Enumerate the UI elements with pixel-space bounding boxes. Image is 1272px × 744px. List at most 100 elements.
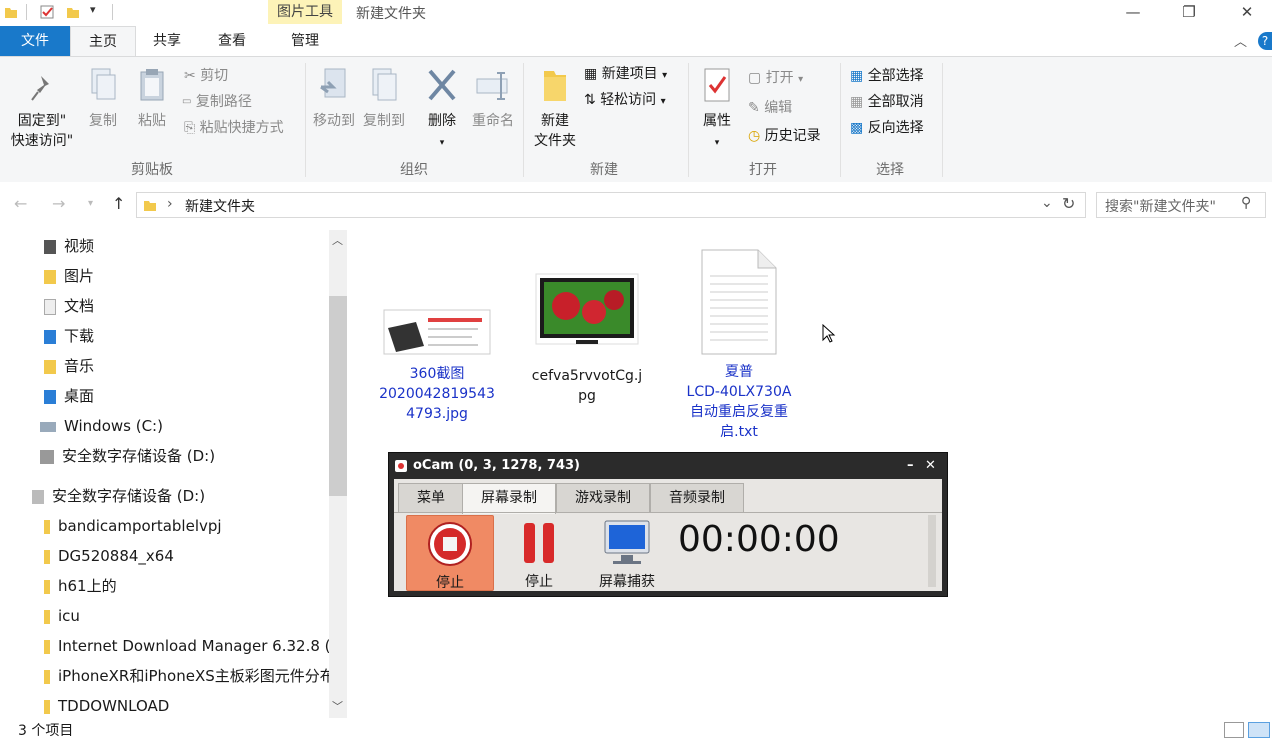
recent-locations-chevron-icon[interactable]: ▾ — [88, 198, 93, 209]
ocam-close-button[interactable]: ✕ — [925, 453, 936, 479]
nav-item-label: 安全数字存储设备 (D:) — [62, 447, 216, 465]
paste-shortcut-button[interactable]: ⎘ 粘贴快捷方式 — [184, 117, 284, 139]
scrollbar-thumb[interactable] — [329, 296, 347, 496]
copy-path-label: 复制路径 — [195, 94, 252, 110]
ocam-pause-button[interactable]: 停止 — [496, 515, 582, 590]
copy-button[interactable]: 复制 — [84, 67, 122, 131]
new-item-label: 新建项目 — [601, 66, 658, 82]
ocam-stop-button[interactable]: 停止 — [406, 515, 494, 591]
properties-button[interactable]: 属性 ▾ — [694, 67, 740, 151]
nav-item-folder[interactable]: iPhoneXR和iPhoneXS主板彩图元件分布 — [44, 663, 332, 689]
tab-view[interactable]: 查看 — [202, 26, 262, 56]
ocam-title-bar[interactable]: oCam (0, 3, 1278, 743) – ✕ — [389, 453, 947, 479]
nav-item-videos[interactable]: 视频 — [44, 233, 94, 259]
rename-button[interactable]: 重命名 — [468, 67, 518, 131]
back-arrow-icon[interactable]: ← — [14, 194, 27, 213]
tab-manage[interactable]: 管理 — [268, 26, 342, 56]
scroll-up-chevron-icon[interactable]: ︿ — [332, 232, 343, 248]
new-folder-icon[interactable] — [66, 5, 80, 19]
nav-item-label: TDDOWNLOAD — [58, 697, 170, 715]
nav-item-folder[interactable]: DG520884_x64 — [44, 543, 174, 569]
path-segment[interactable]: 新建文件夹 — [185, 196, 255, 216]
ocam-tab-screen-record[interactable]: 屏幕录制 — [462, 483, 556, 514]
file-item[interactable]: cefva5rvvotCg.j pg — [525, 270, 649, 406]
nav-item-documents[interactable]: 文档 — [44, 293, 94, 319]
invert-selection-icon: ▩ — [850, 120, 864, 136]
invert-selection-button[interactable]: ▩ 反向选择 — [850, 117, 924, 139]
new-item-icon: ▦ — [584, 66, 598, 82]
group-divider — [942, 63, 943, 177]
nav-item-folder[interactable]: TDDOWNLOAD — [44, 693, 169, 718]
scissors-icon: ✂ — [184, 68, 196, 84]
pictures-icon — [44, 269, 56, 284]
minimize-button[interactable]: — — [1110, 0, 1156, 24]
ocam-tab-audio-record[interactable]: 音频录制 — [650, 483, 744, 513]
tab-share[interactable]: 共享 — [136, 26, 198, 56]
history-button[interactable]: ◷ 历史记录 — [748, 125, 821, 147]
up-arrow-icon[interactable]: ↑ — [112, 194, 125, 213]
file-item[interactable]: 360截图 2020042819543 4793.jpg — [375, 308, 499, 424]
easy-access-label: 轻松访问 — [600, 92, 657, 108]
ocam-tab-menu[interactable]: 菜单 — [398, 483, 464, 513]
nav-scrollbar[interactable]: ︿ ﹀ — [329, 230, 347, 718]
nav-item-music[interactable]: 音乐 — [44, 353, 94, 379]
file-item[interactable]: 夏普 LCD-40LX730A 自动重启反复重 启.txt — [677, 248, 801, 442]
forward-arrow-icon[interactable]: → — [52, 194, 65, 213]
ocam-minimize-button[interactable]: – — [907, 453, 914, 479]
ribbon-tabs: 文件 主页 共享 查看 管理 ︿ ? — [0, 26, 1272, 58]
nav-item-drive-c[interactable]: Windows (C:) — [40, 413, 163, 439]
path-chevron-icon[interactable]: › — [167, 196, 173, 212]
nav-item-downloads[interactable]: 下载 — [44, 323, 94, 349]
restore-button[interactable]: ❐ — [1166, 0, 1212, 24]
paste-button[interactable]: 粘贴 — [132, 67, 172, 131]
search-input[interactable]: 搜索"新建文件夹" ⚲ — [1096, 192, 1266, 218]
delete-dropdown-chevron-icon[interactable]: ▾ — [440, 138, 445, 148]
collapse-ribbon-chevron-icon[interactable]: ︿ — [1234, 31, 1247, 50]
nav-item-folder[interactable]: h61上的 — [44, 573, 117, 599]
easy-access-button[interactable]: ⇅ 轻松访问 ▾ — [584, 89, 666, 111]
copy-to-button[interactable]: 复制到 — [360, 67, 408, 131]
nav-item-folder[interactable]: Internet Download Manager 6.32.8 (: — [44, 633, 332, 659]
tab-home[interactable]: 主页 — [70, 26, 136, 58]
paste-shortcut-icon: ⎘ — [184, 120, 196, 136]
delete-button[interactable]: 删除 ▾ — [422, 67, 462, 151]
open-icon: ▢ — [748, 70, 762, 86]
history-label: 历史记录 — [764, 128, 821, 144]
edit-button[interactable]: ✎ 编辑 — [748, 97, 792, 119]
properties-dropdown-chevron-icon[interactable]: ▾ — [715, 138, 720, 148]
address-input[interactable]: › 新建文件夹 ⌄ — [136, 192, 1086, 218]
new-item-button[interactable]: ▦ 新建项目 ▾ — [584, 63, 667, 85]
ocam-tab-game-record[interactable]: 游戏录制 — [556, 483, 650, 513]
move-to-button[interactable]: 移动到 — [310, 67, 358, 131]
address-dropdown-chevron-icon[interactable]: ⌄ — [1041, 195, 1053, 211]
open-button[interactable]: ▢ 打开 ▾ — [748, 67, 803, 89]
pin-to-quick-access-button[interactable]: 固定到" 快速访问" — [4, 73, 80, 151]
documents-icon — [44, 298, 56, 315]
help-icon[interactable]: ? — [1258, 32, 1272, 50]
nav-item-folder[interactable]: icu — [44, 603, 80, 629]
select-all-button[interactable]: ▦ 全部选择 — [850, 65, 924, 87]
search-icon[interactable]: ⚲ — [1241, 195, 1251, 211]
group-label-clipboard: 剪贴板 — [131, 162, 173, 178]
ocam-screen-capture-button[interactable]: 屏幕捕获 — [584, 515, 670, 590]
nav-item-folder[interactable]: bandicamportablelvpj — [44, 513, 222, 539]
select-none-button[interactable]: ▦ 全部取消 — [850, 91, 924, 113]
window-title: 新建文件夹 — [356, 6, 426, 22]
properties-check-icon[interactable] — [40, 5, 54, 19]
tab-file[interactable]: 文件 — [0, 26, 70, 56]
nav-item-pictures[interactable]: 图片 — [44, 263, 94, 289]
refresh-icon[interactable]: ↻ — [1062, 194, 1075, 213]
details-view-icon[interactable] — [1224, 722, 1244, 738]
ocam-app-icon — [395, 460, 407, 472]
address-bar-row: ← → ▾ ↑ › 新建文件夹 ⌄ ↻ 搜索"新建文件夹" ⚲ — [0, 182, 1272, 226]
new-folder-button[interactable]: 新建 文件夹 — [528, 67, 582, 151]
large-icons-view-icon[interactable] — [1248, 722, 1270, 738]
nav-item-desktop[interactable]: 桌面 — [44, 383, 94, 409]
nav-item-drive-d[interactable]: 安全数字存储设备 (D:) — [40, 443, 215, 469]
nav-item-drive-d-root[interactable]: 安全数字存储设备 (D:) — [32, 483, 205, 509]
cut-button[interactable]: ✂ 剪切 — [184, 65, 228, 87]
scroll-down-chevron-icon[interactable]: ﹀ — [332, 698, 343, 714]
close-button[interactable]: ✕ — [1224, 0, 1270, 24]
customize-quick-access-chevron-icon[interactable]: ▾ — [90, 3, 96, 16]
copy-path-button[interactable]: ▭ 复制路径 — [182, 91, 252, 113]
